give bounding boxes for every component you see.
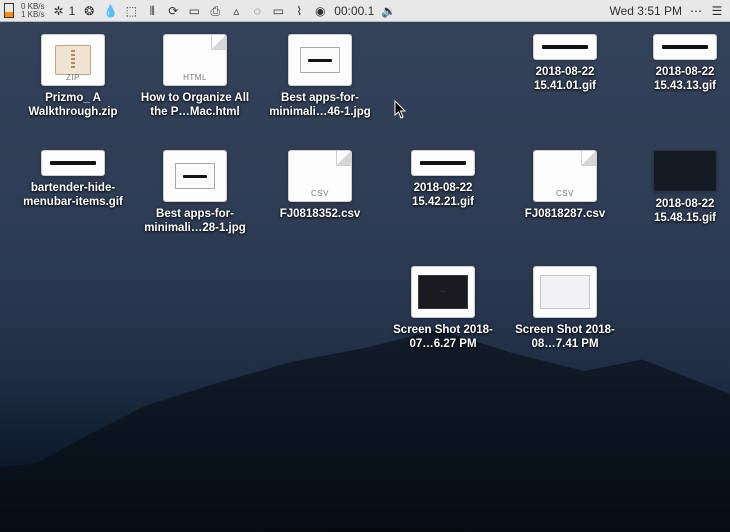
desktop-file[interactable]: HTML How to Organize All the P…Mac.html — [136, 34, 254, 119]
file-label: 2018-08-22 15.48.15.gif — [626, 197, 730, 225]
file-thumbnail: CSV — [288, 150, 352, 202]
desktop-file[interactable]: 2018-08-22 15.43.13.gif — [626, 34, 730, 93]
file-label: bartender-hide-menubar-items.gif — [14, 181, 132, 209]
notification-center-icon[interactable]: ☰ — [710, 4, 724, 18]
desktop-icons: ZIP Prizmo_ A Walkthrough.zip HTML How to O… — [6, 30, 726, 532]
file-thumbnail — [653, 150, 717, 192]
sync-icon[interactable]: ⟳ — [166, 4, 180, 18]
desktop-file[interactable]: CSV FJ0818352.csv — [261, 150, 379, 221]
desktop-file[interactable]: CSV FJ0818287.csv — [506, 150, 624, 221]
file-thumbnail — [288, 34, 352, 86]
file-label: Screen Shot 2018-07…6.27 PM — [384, 323, 502, 351]
file-thumbnail — [411, 150, 475, 176]
file-thumbnail — [653, 34, 717, 60]
net-down-label: 1 KB/s — [21, 11, 45, 19]
file-label: How to Organize All the P…Mac.html — [136, 91, 254, 119]
file-thumbnail — [163, 150, 227, 202]
file-label: 2018-08-22 15.42.21.gif — [384, 181, 502, 209]
file-label: FJ0818352.csv — [280, 207, 361, 221]
overflow-icon[interactable]: ⋯ — [689, 4, 703, 18]
network-speed-indicator[interactable]: 0 KB/s 1 KB/s — [21, 3, 45, 19]
file-label: 2018-08-22 15.43.13.gif — [626, 65, 730, 93]
clock[interactable]: Wed 3:51 PM — [610, 4, 682, 18]
wifi-icon[interactable]: ⌇ — [292, 4, 306, 18]
dock-icon[interactable]: ▭ — [187, 4, 201, 18]
file-label: Best apps-for-minimali…46-1.jpg — [261, 91, 379, 119]
timer-readout[interactable]: 00:00.1 — [334, 4, 374, 18]
aperture-icon[interactable]: ❂ — [82, 4, 96, 18]
file-label: Prizmo_ A Walkthrough.zip — [14, 91, 132, 119]
desktop-file[interactable]: Best apps-for-minimali…46-1.jpg — [261, 34, 379, 119]
bars-icon[interactable]: ⫴ — [145, 4, 159, 18]
desktop-file[interactable]: ZIP Prizmo_ A Walkthrough.zip — [14, 34, 132, 119]
file-thumbnail: ··· — [411, 266, 475, 318]
file-thumbnail — [533, 34, 597, 60]
desktop-file[interactable]: Best apps-for-minimali…28-1.jpg — [136, 150, 254, 235]
battery-icon[interactable] — [4, 3, 14, 18]
desktop-file[interactable]: 2018-08-22 15.42.21.gif — [384, 150, 502, 209]
file-label: 2018-08-22 15.41.01.gif — [506, 65, 624, 93]
desktop-file[interactable]: 2018-08-22 15.48.15.gif — [626, 150, 730, 225]
desktop-file[interactable]: bartender-hide-menubar-items.gif — [14, 150, 132, 209]
file-thumbnail: ZIP — [41, 34, 105, 86]
file-thumbnail — [533, 266, 597, 318]
file-label: Best apps-for-minimali…28-1.jpg — [136, 207, 254, 235]
desktop-file[interactable]: 2018-08-22 15.41.01.gif — [506, 34, 624, 93]
fan-icon[interactable]: ✲1 — [52, 4, 76, 18]
file-thumbnail: HTML — [163, 34, 227, 86]
airplay-icon[interactable]: ▵ — [229, 4, 243, 18]
proc-count: 1 — [69, 4, 76, 18]
volume-icon[interactable]: 🔉 — [381, 4, 395, 18]
file-label: Screen Shot 2018-08…7.41 PM — [506, 323, 624, 351]
display-icon[interactable]: ▭ — [271, 4, 285, 18]
menubar: 0 KB/s 1 KB/s ✲1 ❂ 💧 ⬚ ⫴ ⟳ ▭ ⎙ ▵ ◌ ▭ ⌇ ◉… — [0, 0, 730, 22]
file-thumbnail — [41, 150, 105, 176]
select-icon[interactable]: ⬚ — [124, 4, 138, 18]
desktop-file[interactable]: ··· Screen Shot 2018-07…6.27 PM — [384, 266, 502, 351]
file-thumbnail: CSV — [533, 150, 597, 202]
droplet-icon[interactable]: 💧 — [103, 4, 117, 18]
loading-icon[interactable]: ◌ — [250, 4, 264, 18]
record-icon[interactable]: ◉ — [313, 4, 327, 18]
file-label: FJ0818287.csv — [525, 207, 606, 221]
desktop-file[interactable]: Screen Shot 2018-08…7.41 PM — [506, 266, 624, 351]
printer-icon[interactable]: ⎙ — [208, 4, 222, 18]
